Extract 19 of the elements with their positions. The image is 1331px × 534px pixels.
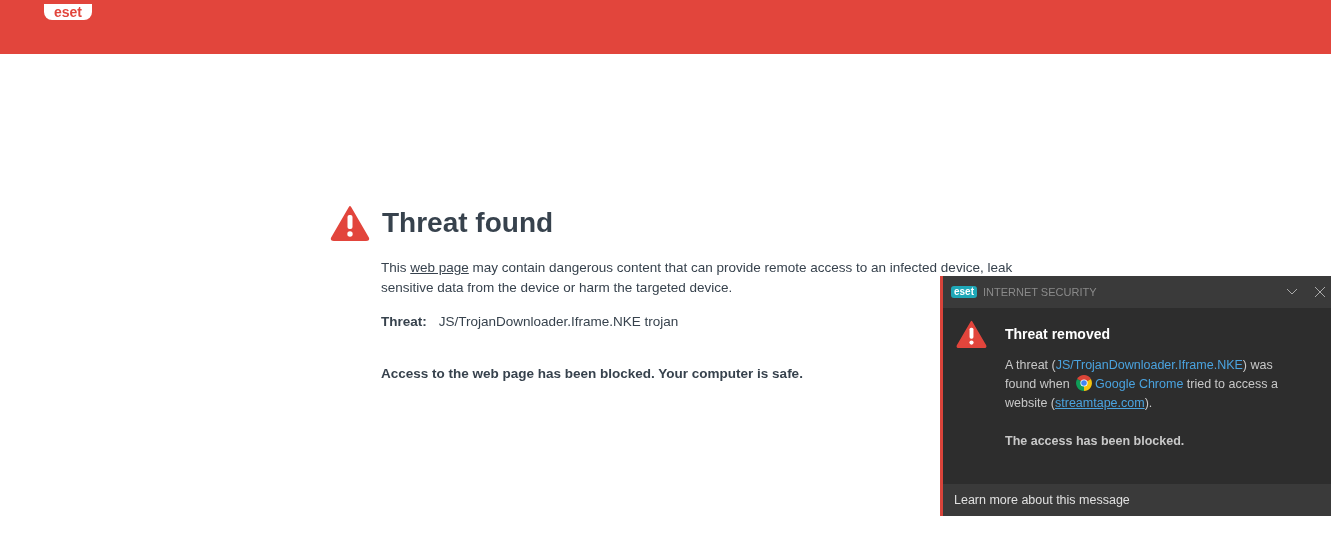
warning-icon bbox=[330, 205, 370, 241]
application-link[interactable]: Google Chrome bbox=[1095, 377, 1184, 391]
collapse-icon[interactable] bbox=[1286, 288, 1298, 296]
browser-icon bbox=[1076, 375, 1093, 391]
threat-name: JS/TrojanDownloader.Iframe.NKE trojan bbox=[438, 313, 679, 331]
threat-link[interactable]: JS/TrojanDownloader.Iframe.NKE bbox=[1055, 358, 1243, 372]
notification-title: Threat removed bbox=[1005, 325, 1112, 344]
website-link[interactable]: streamtape.com bbox=[1055, 396, 1145, 410]
notification-status: The access has been blocked. bbox=[1005, 433, 1186, 450]
page-title: Threat found bbox=[382, 206, 554, 240]
product-name: INTERNET SECURITY bbox=[983, 284, 1097, 300]
notification-message: A threat (JS/TrojanDownloader.Iframe.NKE) was found when Google Chrome tried to access a website (streamtape.com). bbox=[1005, 357, 1279, 412]
blocked-message: Access to the web page has been blocked. Your computer is safe. bbox=[381, 365, 803, 383]
web-page-link[interactable]: web page bbox=[410, 260, 469, 275]
close-icon[interactable] bbox=[1314, 286, 1326, 298]
warning-icon bbox=[955, 320, 988, 348]
logo[interactable]: eset bbox=[44, 4, 93, 20]
brand-logo: eset bbox=[951, 286, 977, 298]
threat-label: Threat: bbox=[381, 313, 427, 331]
